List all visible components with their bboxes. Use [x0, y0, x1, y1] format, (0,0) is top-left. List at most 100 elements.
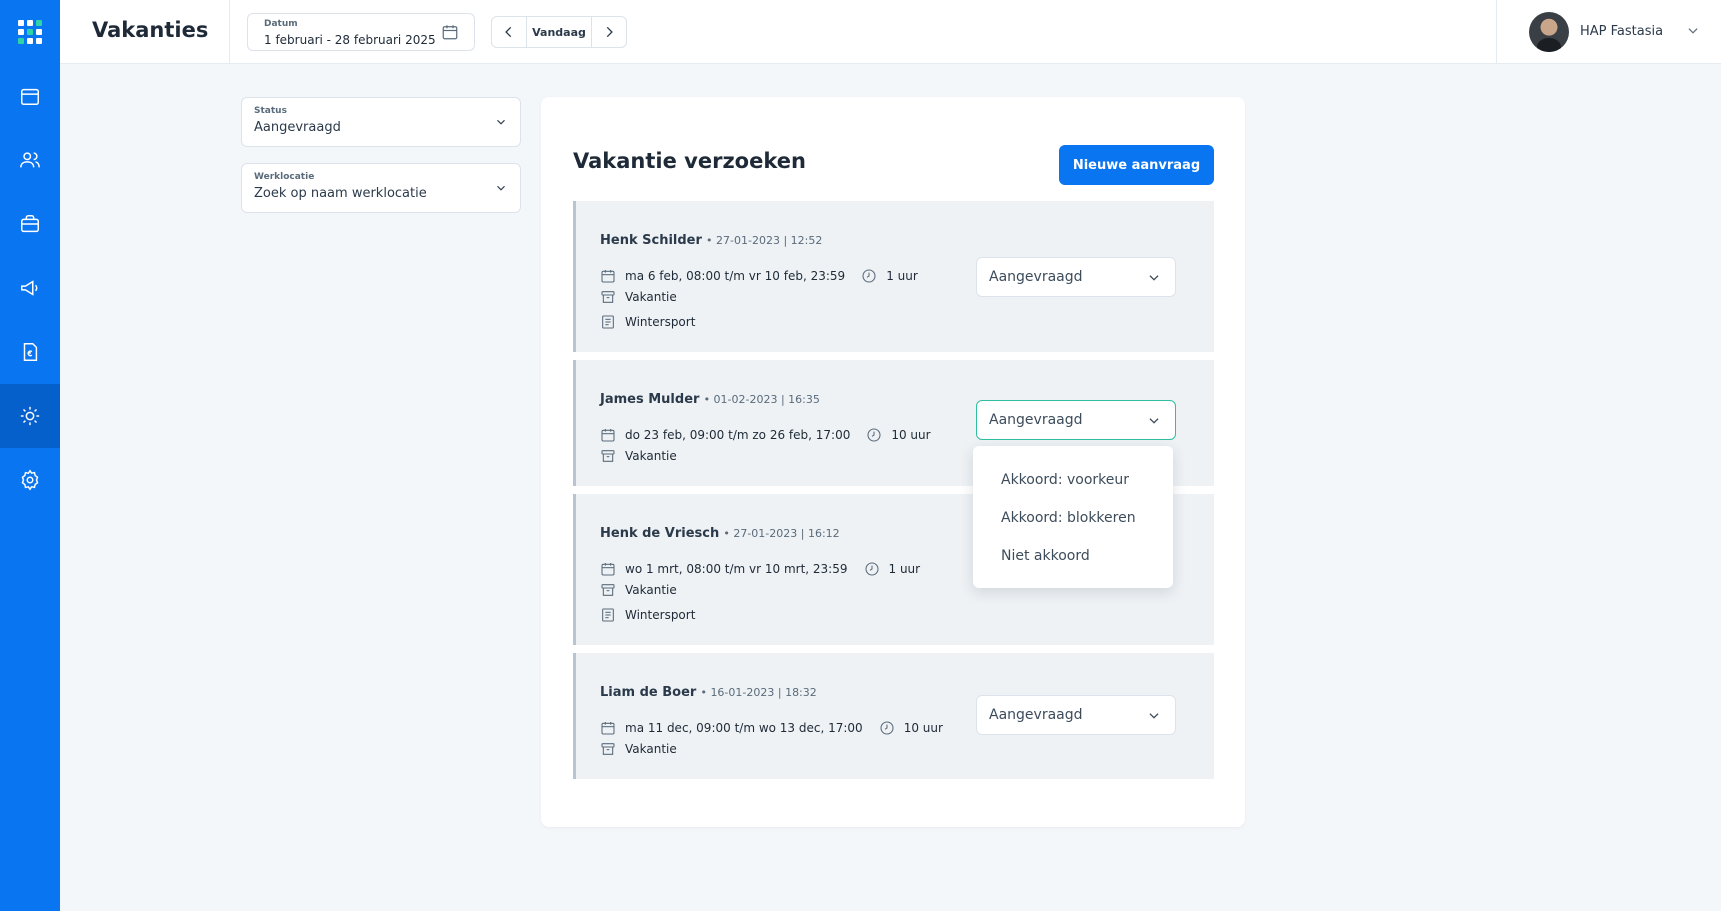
clock-icon	[867, 428, 881, 442]
request-period-row: ma 6 feb, 08:00 t/m vr 10 feb, 23:59 1 u…	[600, 268, 918, 284]
chevron-left-icon	[505, 26, 512, 38]
request-type-row: Vakantie	[600, 582, 677, 598]
request-hours: 10 uur	[866, 427, 931, 443]
request-item: Henk Schilder • 27-01-2023 | 12:52 ma 6 …	[573, 201, 1214, 352]
request-hours: 1 uur	[864, 561, 921, 577]
status-select[interactable]: Aangevraagd	[976, 400, 1176, 440]
calendar-icon	[601, 270, 615, 283]
requester-name: Liam de Boer	[600, 685, 697, 700]
divider	[229, 0, 230, 64]
date-navigation: Vandaag	[491, 16, 627, 48]
request-type: Vakantie	[625, 742, 677, 756]
request-period: do 23 feb, 09:00 t/m zo 26 feb, 17:00	[625, 428, 851, 442]
request-hours-value: 1 uur	[886, 269, 918, 283]
chevron-right-icon	[606, 26, 613, 38]
request-note-row: Wintersport	[600, 314, 695, 330]
chevron-down-icon	[497, 119, 505, 125]
status-filter-value: Aangevraagd	[254, 120, 341, 135]
sidebar-item-vacations[interactable]	[0, 384, 60, 448]
note-icon	[602, 608, 614, 622]
request-period-row: do 23 feb, 09:00 t/m zo 26 feb, 17:00 10…	[600, 427, 931, 443]
request-note: Wintersport	[625, 315, 696, 329]
status-dropdown-menu: Akkoord: voorkeur Akkoord: blokkeren Nie…	[973, 446, 1173, 588]
sidebar-item-settings[interactable]	[0, 448, 60, 512]
status-select[interactable]: Aangevraagd	[976, 257, 1176, 297]
request-type-row: Vakantie	[600, 741, 677, 757]
request-header: Liam de Boer • 16-01-2023 | 18:32	[600, 685, 817, 700]
request-type-row: Vakantie	[600, 448, 677, 464]
requester-name: Henk Schilder	[600, 233, 702, 248]
avatar[interactable]	[1529, 12, 1569, 52]
dropdown-option[interactable]: Niet akkoord	[1001, 548, 1090, 564]
status-select-value: Aangevraagd	[989, 269, 1083, 285]
clock-icon	[864, 562, 879, 576]
archive-icon	[601, 743, 615, 755]
request-hours: 10 uur	[879, 720, 943, 736]
invoice-icon	[23, 343, 38, 361]
location-filter-label: Werklocatie	[254, 172, 315, 182]
sidebar	[0, 0, 60, 911]
request-timestamp: • 27-01-2023 | 16:12	[723, 527, 840, 540]
megaphone-icon	[21, 280, 38, 296]
calendar-icon	[601, 722, 615, 735]
request-period: wo 1 mrt, 08:00 t/m vr 10 mrt, 23:59	[625, 562, 848, 576]
status-select[interactable]: Aangevraagd	[976, 695, 1176, 735]
chevron-down-icon[interactable]	[1686, 24, 1700, 38]
requester-name: Henk de Vriesch	[600, 526, 720, 541]
dropdown-option[interactable]: Akkoord: voorkeur	[1001, 472, 1129, 488]
archive-icon	[601, 291, 615, 303]
request-period: ma 11 dec, 09:00 t/m wo 13 dec, 17:00	[625, 721, 863, 735]
sidebar-item-announcements[interactable]	[0, 256, 60, 320]
location-filter[interactable]: Werklocatie Zoek op naam werklocatie	[241, 163, 521, 213]
gear-icon	[21, 469, 39, 491]
request-hours: 1 uur	[861, 268, 918, 284]
briefcase-icon	[21, 215, 39, 233]
new-request-button[interactable]: Nieuwe aanvraag	[1059, 145, 1214, 185]
sidebar-item-users[interactable]	[0, 128, 60, 192]
request-hours-value: 10 uur	[891, 428, 931, 442]
request-type: Vakantie	[625, 449, 677, 463]
date-range-picker[interactable]: Datum 1 februari - 28 februari 2025	[247, 13, 475, 51]
sidebar-item-invoices[interactable]	[0, 320, 60, 384]
section-title: Vakantie verzoeken	[573, 149, 806, 173]
status-filter-label: Status	[254, 106, 287, 116]
request-note-row: Wintersport	[600, 607, 695, 623]
clock-icon	[880, 721, 894, 735]
calendar-icon	[442, 25, 458, 40]
next-period-button[interactable]	[592, 17, 626, 47]
page-title: Vakanties	[92, 18, 209, 42]
sidebar-item-calendar[interactable]	[0, 64, 60, 128]
location-search-input[interactable]: Zoek op naam werklocatie	[254, 186, 427, 201]
top-bar: Vakanties Datum 1 februari - 28 februari…	[60, 0, 1721, 64]
chevron-down-icon	[1149, 275, 1159, 281]
status-select-value: Aangevraagd	[989, 707, 1083, 723]
archive-icon	[601, 450, 615, 462]
request-period-row: wo 1 mrt, 08:00 t/m vr 10 mrt, 23:59 1 u…	[600, 561, 920, 577]
request-hours-value: 1 uur	[888, 562, 921, 576]
request-type: Vakantie	[625, 583, 677, 597]
previous-period-button[interactable]	[492, 17, 526, 47]
calendar-icon	[601, 563, 615, 576]
today-button[interactable]: Vandaag	[526, 17, 592, 47]
request-timestamp: • 27-01-2023 | 12:52	[706, 234, 823, 247]
user-name[interactable]: HAP Fastasia	[1580, 24, 1663, 39]
archive-icon	[601, 584, 615, 596]
sun-icon	[20, 406, 40, 426]
requester-name: James Mulder	[600, 392, 700, 407]
request-period: ma 6 feb, 08:00 t/m vr 10 feb, 23:59	[625, 269, 846, 283]
note-icon	[602, 315, 614, 329]
request-item: Liam de Boer • 16-01-2023 | 18:32 ma 11 …	[573, 653, 1214, 779]
chevron-down-icon	[1149, 418, 1159, 424]
app-grid-logo[interactable]	[0, 0, 60, 64]
calendar-icon	[601, 429, 615, 442]
request-timestamp: • 01-02-2023 | 16:35	[703, 393, 820, 406]
request-period-row: ma 11 dec, 09:00 t/m wo 13 dec, 17:00 10…	[600, 720, 943, 736]
request-header: Henk de Vriesch • 27-01-2023 | 16:12	[600, 526, 840, 541]
date-label: Datum	[264, 19, 298, 29]
sidebar-item-jobs[interactable]	[0, 192, 60, 256]
dropdown-option[interactable]: Akkoord: blokkeren	[1001, 510, 1136, 526]
status-filter[interactable]: Status Aangevraagd	[241, 97, 521, 147]
request-header: Henk Schilder • 27-01-2023 | 12:52	[600, 233, 822, 248]
date-value: 1 februari - 28 februari 2025	[264, 33, 436, 47]
divider	[1496, 0, 1497, 64]
